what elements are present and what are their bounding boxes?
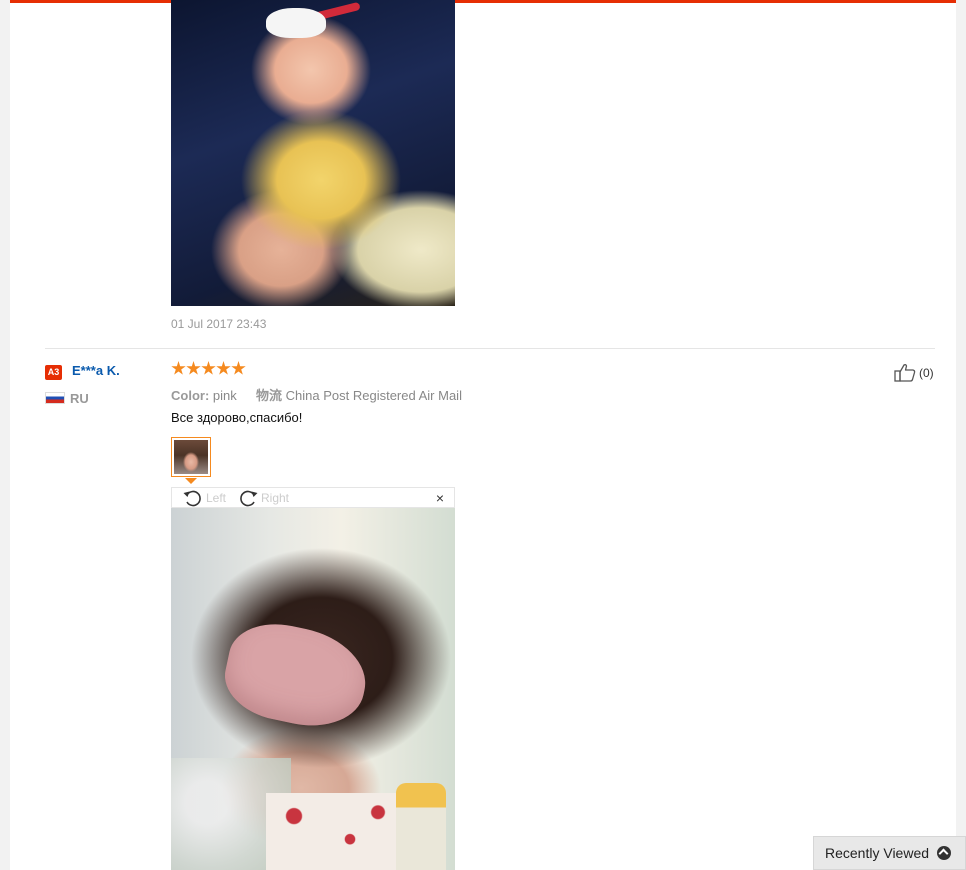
rating-stars	[171, 361, 246, 377]
buyer-name: E***a K.	[72, 363, 120, 378]
photo-viewer-toolbar: Left Right ×	[171, 487, 455, 508]
photo-detail	[217, 614, 375, 737]
top-accent-bar	[10, 0, 956, 3]
order-attributes: Color: pink 物流 China Post Registered Air…	[171, 385, 462, 404]
star-icon	[171, 361, 186, 375]
rotate-right-label: Right	[261, 491, 290, 505]
rotate-right-icon	[240, 490, 258, 507]
star-icon	[231, 361, 246, 375]
helpful-count: (0)	[919, 365, 934, 380]
review-date: 01 Jul 2017 23:43	[171, 317, 267, 331]
review-text: Все здорово,спасибо!	[171, 410, 303, 425]
color-value: pink	[212, 388, 237, 403]
recently-viewed-label: Recently Viewed	[825, 845, 930, 861]
review-photo-thumbnail[interactable]	[171, 437, 211, 477]
star-icon	[201, 361, 216, 375]
photo-detail	[266, 793, 406, 870]
buyer-level-badge: A3	[45, 365, 62, 380]
review-page: 01 Jul 2017 23:43 A3 E***a K. RU Color: …	[10, 0, 956, 870]
thumbs-up-icon	[894, 364, 916, 382]
close-viewer-button[interactable]: ×	[436, 490, 444, 506]
rotate-right-button[interactable]: Right	[237, 489, 289, 507]
photo-detail	[396, 783, 446, 870]
star-icon	[216, 361, 231, 375]
logistics-value: China Post Registered Air Mail	[285, 388, 462, 403]
star-icon	[186, 361, 201, 375]
previous-review-photo[interactable]	[171, 0, 455, 306]
color-label: Color:	[171, 388, 210, 403]
review-photo-large	[171, 508, 455, 870]
russia-flag-icon	[45, 392, 65, 404]
thumbnail-image	[174, 440, 208, 474]
rotate-left-label: Left	[206, 491, 227, 505]
helpful-button[interactable]: (0)	[894, 363, 934, 382]
photo-detail	[266, 8, 326, 38]
rotate-left-button[interactable]: Left	[182, 489, 226, 507]
chevron-up-icon	[937, 846, 952, 860]
logistics-label: 物流	[256, 388, 283, 403]
review-divider	[45, 348, 935, 349]
recently-viewed-button[interactable]: Recently Viewed	[813, 836, 966, 870]
rotate-left-icon	[183, 490, 201, 507]
buyer-country: RU	[70, 391, 89, 406]
thumbnail-pointer	[185, 478, 197, 484]
